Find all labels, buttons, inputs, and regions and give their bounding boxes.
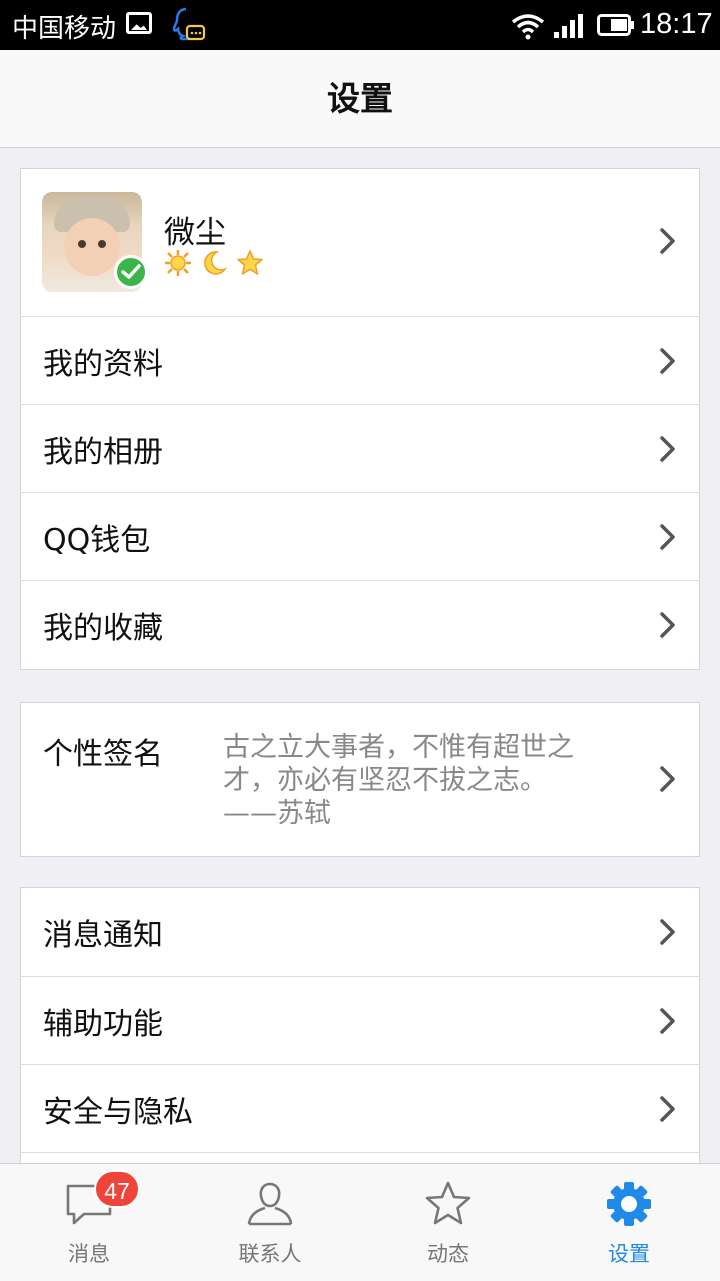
account-group: 微尘 我的资料 我的相册 QQ钱包 我的收藏 <box>20 168 700 670</box>
settings-group: 消息通知 辅助功能 安全与隐私 <box>20 887 700 1179</box>
list-item-label: 安全与隐私 <box>43 1094 193 1130</box>
chevron-right-icon <box>659 523 677 551</box>
sun-icon <box>164 249 192 281</box>
chevron-right-icon <box>659 347 677 375</box>
tab-label: 消息 <box>68 1242 110 1266</box>
list-item-my-album[interactable]: 我的相册 <box>21 405 699 493</box>
signature-row[interactable]: 个性签名 古之立大事者，不惟有超世之才，亦必有坚忍不拔之志。——苏轼 <box>21 703 699 856</box>
battery-icon <box>597 14 635 36</box>
tab-label: 设置 <box>608 1242 650 1266</box>
signature-label: 个性签名 <box>43 737 163 772</box>
level-icons <box>164 249 264 281</box>
list-item-label: 我的资料 <box>43 346 163 382</box>
list-item-label: 我的收藏 <box>43 611 163 646</box>
status-bar: 中国移动 18:17 <box>0 0 720 50</box>
list-item-notifications[interactable]: 消息通知 <box>21 888 699 977</box>
tab-settings[interactable]: 设置 <box>569 1164 689 1281</box>
profile-row[interactable]: 微尘 <box>21 169 699 317</box>
list-item-label: 消息通知 <box>43 918 163 953</box>
wifi-icon <box>510 12 546 40</box>
list-item-my-profile[interactable]: 我的资料 <box>21 317 699 405</box>
list-item-qq-wallet[interactable]: QQ钱包 <box>21 493 699 581</box>
list-item-accessibility[interactable]: 辅助功能 <box>21 977 699 1065</box>
carrier-name: 中国移动 <box>12 14 117 44</box>
signal-icon <box>552 12 586 40</box>
list-item-my-favorites[interactable]: 我的收藏 <box>21 581 699 669</box>
chevron-right-icon <box>659 1007 677 1035</box>
chevron-right-icon <box>659 1095 677 1123</box>
chevron-right-icon <box>659 227 677 255</box>
clock-time: 18:17 <box>640 8 713 40</box>
list-item-label: 辅助功能 <box>43 1006 163 1042</box>
chevron-right-icon <box>659 918 677 946</box>
chevron-right-icon <box>659 765 677 793</box>
unread-count-badge: 47 <box>94 1170 140 1208</box>
chevron-right-icon <box>659 435 677 463</box>
image-icon <box>126 12 152 34</box>
list-item-label: 我的相册 <box>43 434 163 470</box>
tab-label: 动态 <box>427 1242 469 1266</box>
signature-group: 个性签名 古之立大事者，不惟有超世之才，亦必有坚忍不拔之志。——苏轼 <box>20 702 700 857</box>
qq-notification-icon <box>170 6 206 44</box>
profile-nickname: 微尘 <box>164 215 226 251</box>
list-item-security-privacy[interactable]: 安全与隐私 <box>21 1065 699 1153</box>
gear-icon <box>605 1180 653 1232</box>
star-icon <box>236 249 264 281</box>
tab-contacts[interactable]: 联系人 <box>210 1164 330 1281</box>
tab-label: 联系人 <box>238 1242 302 1266</box>
title-bar: 设置 <box>0 50 720 148</box>
star-outline-icon <box>423 1180 473 1232</box>
verified-check-icon <box>114 255 148 289</box>
page-title: 设置 <box>327 79 393 118</box>
moon-icon <box>200 249 228 281</box>
person-icon <box>245 1180 295 1232</box>
chevron-right-icon <box>659 611 677 639</box>
list-item-label: QQ钱包 <box>43 522 151 558</box>
tab-feed[interactable]: 动态 <box>388 1164 508 1281</box>
signature-text: 古之立大事者，不惟有超世之才，亦必有坚忍不拔之志。——苏轼 <box>223 732 574 829</box>
